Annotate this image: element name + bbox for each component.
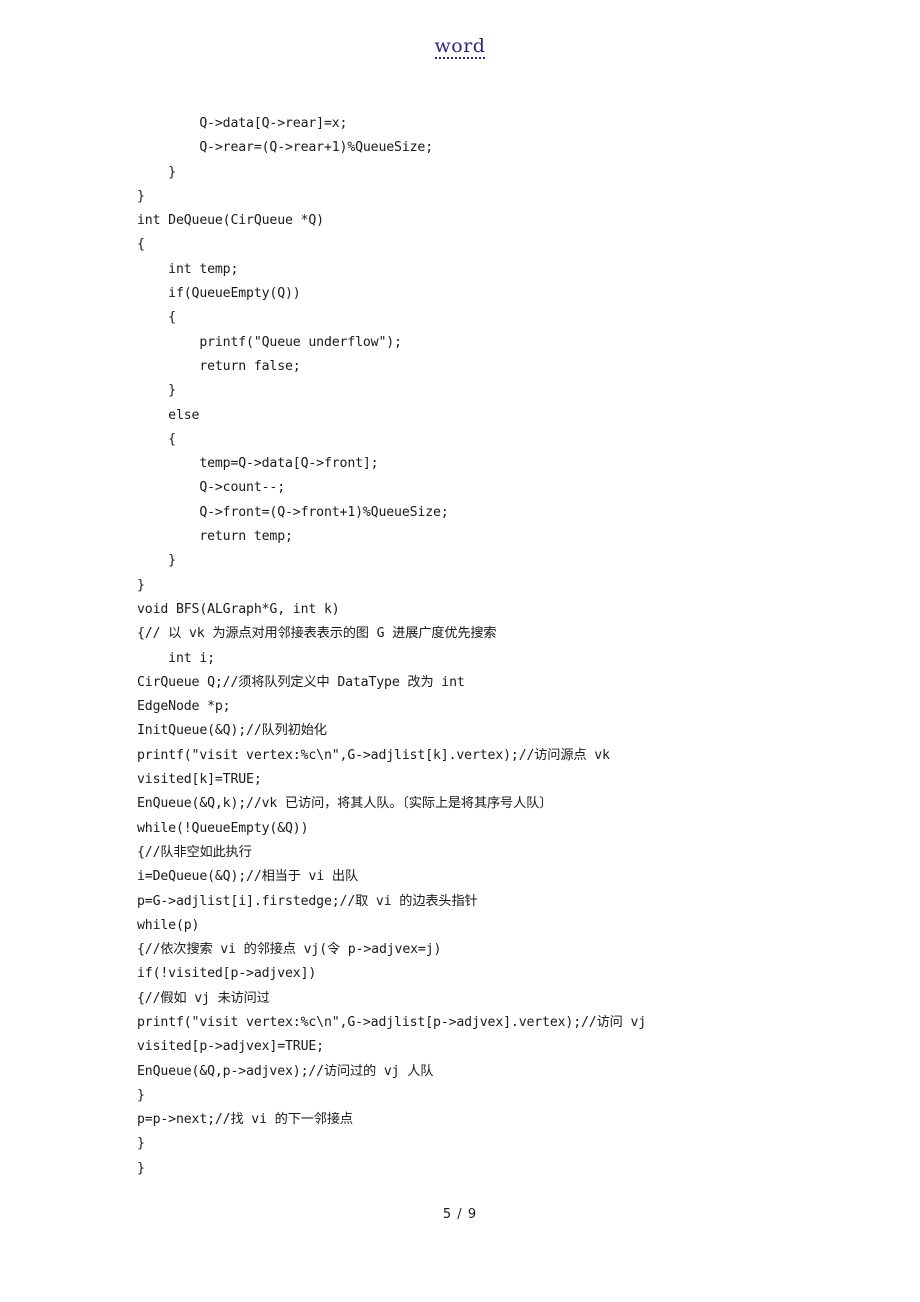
code-line: void BFS(ALGraph*G, int k) xyxy=(137,601,340,617)
code-line: i=DeQueue(&Q);//相当于 vi 出队 xyxy=(137,869,358,885)
code-line: Q->front=(Q->front+1)%QueueSize; xyxy=(137,504,449,520)
code-line: } xyxy=(137,188,145,204)
page-header: word xyxy=(0,36,920,64)
code-line: p=p->next;//找 vi 的下一邻接点 xyxy=(137,1112,353,1128)
code-line: temp=Q->data[Q->front]; xyxy=(137,456,379,472)
code-line: printf("visit vertex:%c\n",G->adjlist[k]… xyxy=(137,747,610,763)
code-line: } xyxy=(137,1136,145,1152)
code-line: if(QueueEmpty(Q)) xyxy=(137,286,301,302)
code-line: EdgeNode *p; xyxy=(137,699,231,715)
code-line: else xyxy=(137,407,200,423)
code-line: EnQueue(&Q,p->adjvex);//访问过的 vj 人队 xyxy=(137,1063,434,1079)
code-line: {//队非空如此执行 xyxy=(137,844,252,860)
code-line: return temp; xyxy=(137,529,293,545)
code-listing: Q->data[Q->rear]=x; Q->rear=(Q->rear+1)%… xyxy=(137,112,837,1181)
code-line: Q->data[Q->rear]=x; xyxy=(137,116,348,131)
code-line: {//假如 vj 未访问过 xyxy=(137,990,270,1006)
code-line: } xyxy=(137,1160,145,1176)
code-line: InitQueue(&Q);//队列初始化 xyxy=(137,723,327,739)
code-line: p=G->adjlist[i].firstedge;//取 vi 的边表头指针 xyxy=(137,893,478,909)
page-number: 5 / 9 xyxy=(442,1207,478,1222)
code-line: {// 以 vk 为源点对用邻接表表示的图 G 进展广度优先搜索 xyxy=(137,626,497,642)
page-footer: 5 / 9 xyxy=(0,1203,920,1222)
code-line: while(!QueueEmpty(&Q)) xyxy=(137,820,309,836)
document-page: word Q->data[Q->rear]=x; Q->rear=(Q->rea… xyxy=(0,0,920,1302)
code-line: {//依次搜索 vi 的邻接点 vj(令 p->adjvex=j) xyxy=(137,942,442,958)
code-line: Q->count--; xyxy=(137,480,286,496)
code-line: } xyxy=(137,553,176,569)
code-line: visited[p->adjvex]=TRUE; xyxy=(137,1039,324,1055)
code-line: int i; xyxy=(137,650,215,666)
code-line: { xyxy=(137,237,145,253)
code-line: visited[k]=TRUE; xyxy=(137,772,262,788)
code-line: } xyxy=(137,577,145,593)
code-line: Q->rear=(Q->rear+1)%QueueSize; xyxy=(137,140,434,156)
code-line: CirQueue Q;//须将队列定义中 DataType 改为 int xyxy=(137,674,465,690)
code-line: { xyxy=(137,310,176,326)
code-line: } xyxy=(137,1087,145,1103)
word-watermark-link[interactable]: word xyxy=(434,36,486,59)
code-line: } xyxy=(137,383,176,399)
code-line: printf("Queue underflow"); xyxy=(137,334,402,350)
code-line: } xyxy=(137,164,176,180)
code-line: int temp; xyxy=(137,261,239,277)
code-line: { xyxy=(137,431,176,447)
code-line: printf("visit vertex:%c\n",G->adjlist[p-… xyxy=(137,1014,647,1030)
code-line: if(!visited[p->adjvex]) xyxy=(137,966,317,982)
code-line: return false; xyxy=(137,358,301,374)
code-line: while(p) xyxy=(137,917,200,933)
code-line: int DeQueue(CirQueue *Q) xyxy=(137,213,324,229)
code-line: EnQueue(&Q,k);//vk 已访问，将其人队。〔实际上是将其序号人队〕 xyxy=(137,796,553,812)
